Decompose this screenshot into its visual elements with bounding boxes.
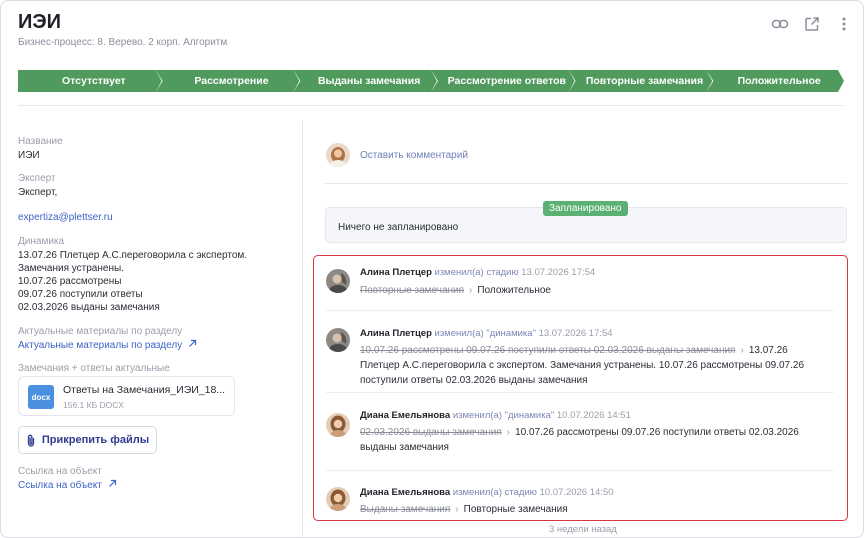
avatar <box>326 413 350 437</box>
history-date: 10.07.2026 14:50 <box>539 487 614 498</box>
chevron-right-icon: › <box>455 504 459 515</box>
field-label-object-link: Ссылка на объект <box>18 466 102 477</box>
dynamics-line: 09.07.26 поступили ответы <box>18 289 143 300</box>
column-divider <box>302 121 303 537</box>
stage-polozhitelnoe[interactable]: Положительное <box>706 70 844 92</box>
relative-time: 3 недели назад <box>549 524 617 535</box>
file-name: Ответы на Замечания_ИЭИ_18... <box>63 384 226 396</box>
link-icon[interactable] <box>769 13 791 35</box>
file-attachment[interactable]: docx Ответы на Замечания_ИЭИ_18... 156.1… <box>18 376 235 416</box>
field-label-expert: Эксперт <box>18 173 56 184</box>
history-new-value: Положительное <box>477 285 551 296</box>
attach-files-label: Прикрепить файлы <box>41 434 150 446</box>
chevron-right-icon: › <box>469 285 473 296</box>
docx-file-icon: docx <box>28 385 54 409</box>
history-header: Алина Плетцер изменил(а) "динамика" 13.0… <box>360 328 613 339</box>
more-vertical-icon[interactable] <box>833 13 855 35</box>
arrow-up-right-icon <box>108 479 116 487</box>
open-external-icon[interactable] <box>801 13 823 35</box>
history-action: изменил(а) "динамика" <box>434 328 536 339</box>
history-old-value: 02.03.2026 выданы замечания <box>360 427 502 438</box>
avatar <box>326 487 350 511</box>
divider <box>326 470 834 471</box>
materials-link-text: Актуальные материалы по разделу <box>18 340 183 351</box>
history-action: изменил(а) "динамика" <box>452 410 555 421</box>
history-header: Диана Емельянова изменил(а) "динамика" 1… <box>360 410 631 421</box>
history-date: 10.07.2026 14:51 <box>556 410 631 421</box>
history-new-value: Повторные замечания <box>463 504 568 515</box>
dynamics-line: Замечания устранены. <box>18 263 124 274</box>
history-header: Диана Емельянова изменил(а) стадию 10.07… <box>360 487 614 498</box>
stage-rassmotrenie[interactable]: Рассмотрение <box>156 70 300 92</box>
history-list: Алина Плетцер изменил(а) стадию 13.07.20… <box>313 255 848 521</box>
leave-comment-link[interactable]: Оставить комментарий <box>360 150 468 161</box>
object-link-text: Ссылка на объект <box>18 480 102 491</box>
history-action: изменил(а) стадию <box>434 267 519 278</box>
field-label-name: Название <box>18 136 63 147</box>
history-header: Алина Плетцер изменил(а) стадию 13.07.20… <box>360 267 595 278</box>
dynamics-line: 13.07.26 Плетцер А.С.переговорила с эксп… <box>18 250 248 261</box>
history-change: 10.07.26 рассмотрены 09.07.26 поступили … <box>360 343 830 388</box>
history-old-value: Повторные замечания <box>360 285 465 296</box>
field-label-dynamics: Динамика <box>18 236 65 247</box>
paperclip-icon <box>27 434 35 447</box>
history-author: Алина Плетцер <box>360 328 432 339</box>
chevron-right-icon: › <box>506 427 511 438</box>
history-change: Повторные замечания › Положительное <box>360 283 830 298</box>
expert-email-link[interactable]: expertiza@plettser.ru <box>18 212 113 223</box>
history-author: Диана Емельянова <box>360 487 451 498</box>
history-action: изменил(а) стадию <box>452 487 537 498</box>
field-label-remarks: Замечания + ответы актуальные <box>18 363 170 374</box>
dynamics-line: 10.07.26 рассмотрены <box>18 276 122 287</box>
object-link[interactable]: Ссылка на объект <box>18 479 117 491</box>
planned-empty-text: Ничего не запланировано <box>338 222 459 233</box>
stage-povtornye-zamechaniya[interactable]: Повторные замечания <box>569 70 713 92</box>
field-value-name: ИЭИ <box>18 150 40 161</box>
dynamics-line: 02.03.2026 выданы замечания <box>18 302 160 313</box>
divider <box>325 183 847 184</box>
header: ИЭИ Бизнес-процесс: 8. Верево. 2 корп. А… <box>1 1 863 59</box>
file-meta: 156.1 КБ DOCX <box>63 400 125 410</box>
divider <box>326 310 834 311</box>
divider <box>18 105 844 106</box>
history-old-value: Выданы замечания <box>360 504 451 515</box>
history-change: Выданы замечания › Повторные замечания <box>360 502 830 517</box>
stage-stepper: Отсутствует Рассмотрение Выданы замечани… <box>18 70 844 92</box>
avatar <box>326 328 350 352</box>
page-title: ИЭИ <box>18 11 61 33</box>
history-date: 13.07.2026 17:54 <box>538 328 613 339</box>
avatar <box>326 143 350 167</box>
page-subtitle: Бизнес-процесс: 8. Верево. 2 корп. Алгор… <box>18 37 228 48</box>
chevron-right-icon: › <box>740 345 744 356</box>
field-label-materials: Актуальные материалы по разделу <box>18 326 183 337</box>
planned-badge: Запланировано <box>543 201 628 216</box>
divider <box>326 392 834 393</box>
stage-vydany-zamechaniya[interactable]: Выданы замечания <box>293 70 437 92</box>
attach-files-button[interactable]: Прикрепить файлы <box>18 426 157 454</box>
history-author: Алина Плетцер <box>360 267 432 278</box>
field-value-expert: Эксперт, <box>18 187 58 198</box>
materials-link[interactable]: Актуальные материалы по разделу <box>18 339 197 351</box>
avatar <box>326 269 350 293</box>
history-author: Диана Емельянова <box>360 410 451 421</box>
history-old-value: 10.07.26 рассмотрены 09.07.26 поступили … <box>360 345 736 356</box>
record-card: ИЭИ Бизнес-процесс: 8. Верево. 2 корп. А… <box>0 0 864 538</box>
arrow-up-right-icon <box>189 339 197 347</box>
history-change: 02.03.2026 выданы замечания › 10.07.26 рас… <box>360 425 830 455</box>
stage-rassmotrenie-otvetov[interactable]: Рассмотрение ответов <box>431 70 575 92</box>
stage-otsutstvuet[interactable]: Отсутствует <box>18 70 162 92</box>
history-date: 13.07.2026 17:54 <box>521 267 596 278</box>
